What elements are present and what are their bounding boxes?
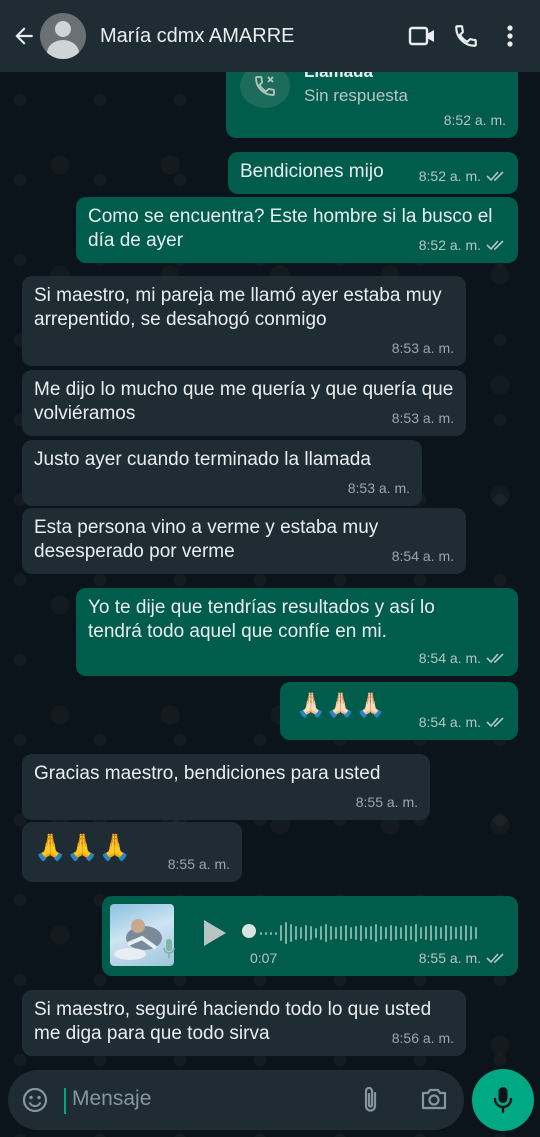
more-vert-icon bbox=[507, 25, 513, 47]
message-time: 8:52 a. m. bbox=[418, 237, 481, 253]
message-time: 8:52 a. m. bbox=[418, 168, 481, 184]
call-title: Llamada bbox=[304, 72, 373, 84]
message-time: 8:53 a. m. bbox=[347, 480, 410, 496]
message-call[interactable]: Llamada Sin respuesta 8:52 a. m. bbox=[226, 72, 518, 138]
message-time: 8:55 a. m. bbox=[418, 950, 481, 966]
message-text: Si maestro, mi pareja me llamó ayer esta… bbox=[34, 285, 447, 330]
message-incoming[interactable]: Si maestro, seguiré haciendo todo lo que… bbox=[22, 990, 466, 1056]
message-time: 8:52 a. m. bbox=[443, 112, 506, 128]
video-call-button[interactable] bbox=[400, 14, 444, 58]
text-cursor bbox=[64, 1088, 66, 1114]
double-check-icon bbox=[486, 653, 504, 664]
message-voice-note[interactable]: 0:07 8:55 a. m. bbox=[102, 896, 518, 976]
voice-progress-knob[interactable] bbox=[242, 924, 256, 938]
microphone-badge-icon bbox=[163, 939, 175, 958]
paperclip-icon[interactable] bbox=[360, 1085, 382, 1115]
message-time: 8:53 a. m. bbox=[391, 340, 454, 356]
message-outgoing[interactable]: Como se encuentra? Este hombre si la bus… bbox=[76, 197, 518, 263]
double-check-icon bbox=[486, 171, 504, 182]
double-check-icon bbox=[486, 953, 504, 964]
message-input[interactable]: Mensaje bbox=[72, 1087, 151, 1111]
contact-avatar[interactable] bbox=[40, 13, 86, 59]
message-time: 8:54 a. m. bbox=[418, 650, 481, 666]
play-icon[interactable] bbox=[202, 918, 228, 948]
call-status: Sin respuesta bbox=[304, 86, 408, 105]
back-button[interactable] bbox=[6, 18, 42, 54]
arrow-left-icon bbox=[15, 27, 33, 45]
message-time: 8:53 a. m. bbox=[391, 410, 454, 426]
message-outgoing[interactable]: Yo te dije que tendrías resultados y así… bbox=[76, 588, 518, 676]
message-text: Yo te dije que tendrías resultados y así… bbox=[88, 597, 441, 642]
more-options-button[interactable] bbox=[488, 14, 532, 58]
message-incoming[interactable]: Gracias maestro, bendiciones para usted … bbox=[22, 754, 430, 820]
voice-call-button[interactable] bbox=[444, 14, 488, 58]
message-incoming[interactable]: Esta persona vino a verme y estaba muy d… bbox=[22, 508, 466, 574]
message-time: 8:56 a. m. bbox=[391, 1030, 454, 1046]
camera-icon[interactable] bbox=[420, 1086, 448, 1112]
double-check-icon bbox=[486, 240, 504, 251]
message-incoming[interactable]: 🙏🙏🙏 8:55 a. m. bbox=[22, 822, 242, 882]
message-incoming[interactable]: Me dijo lo mucho que me quería y que que… bbox=[22, 370, 466, 436]
message-text: Justo ayer cuando terminado la llamada bbox=[34, 449, 371, 470]
voice-duration: 0:07 bbox=[250, 950, 278, 966]
emoji-icon[interactable] bbox=[22, 1087, 48, 1113]
message-time: 8:55 a. m. bbox=[355, 794, 418, 810]
message-outgoing[interactable]: Bendiciones mijo 8:52 a. m. bbox=[228, 152, 518, 194]
message-composer[interactable]: Mensaje bbox=[8, 1070, 464, 1130]
message-text: Gracias maestro, bendiciones para usted bbox=[34, 763, 381, 784]
message-incoming[interactable]: Si maestro, mi pareja me llamó ayer esta… bbox=[22, 276, 466, 366]
chat-header: María cdmx AMARRE bbox=[0, 0, 540, 72]
voice-waveform[interactable] bbox=[260, 922, 477, 944]
microphone-icon bbox=[493, 1087, 513, 1114]
video-call-icon bbox=[408, 26, 434, 46]
phone-icon bbox=[455, 25, 477, 47]
message-outgoing[interactable]: 🙏🏻🙏🏻🙏🏻 8:54 a. m. bbox=[280, 682, 518, 740]
double-check-icon bbox=[486, 717, 504, 728]
missed-call-icon bbox=[240, 72, 290, 108]
message-list[interactable]: Llamada Sin respuesta 8:52 a. m. Bendici… bbox=[0, 72, 540, 1062]
message-incoming[interactable]: Justo ayer cuando terminado la llamada 8… bbox=[22, 440, 422, 506]
contact-name[interactable]: María cdmx AMARRE bbox=[100, 25, 400, 48]
message-time: 8:55 a. m. bbox=[167, 856, 230, 872]
message-time: 8:54 a. m. bbox=[418, 714, 481, 730]
voice-record-button[interactable] bbox=[472, 1069, 534, 1131]
message-time: 8:54 a. m. bbox=[391, 548, 454, 564]
